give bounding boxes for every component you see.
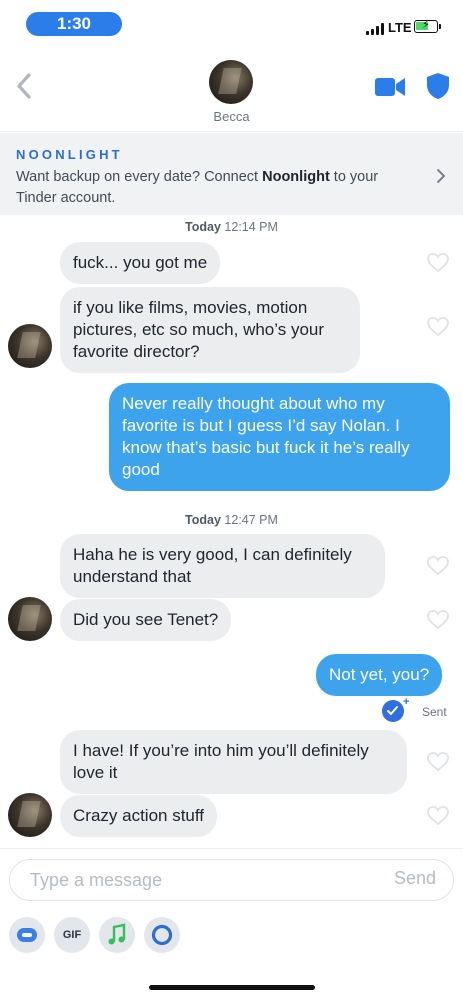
bitmoji-button[interactable] <box>9 917 45 953</box>
banner-text-start: Want backup on every date? Connect <box>16 169 263 185</box>
message-bubble-incoming[interactable]: fuck... you got me <box>60 242 221 284</box>
message-bubble-incoming[interactable]: I have! If you’re into him you’ll defini… <box>60 730 407 794</box>
signal-icon <box>366 23 384 35</box>
message-timestamp: Today 12:47 PM <box>0 513 463 527</box>
chevron-left-icon <box>17 73 31 99</box>
status-bar: 1:30 LTE ⚡ <box>0 0 463 48</box>
timestamp-day: Today <box>185 513 221 527</box>
battery-icon: ⚡ <box>414 19 438 33</box>
plus-icon: + <box>403 696 410 708</box>
battery-tip <box>439 24 441 29</box>
contact-avatar-small[interactable] <box>8 793 52 837</box>
music-button[interactable] <box>99 917 135 953</box>
banner-message: Want backup on every date? Connect Noonl… <box>16 167 416 209</box>
sticker-icon <box>17 928 37 942</box>
home-indicator <box>149 985 315 990</box>
heart-icon[interactable] <box>427 253 449 273</box>
video-call-button[interactable] <box>374 76 406 98</box>
contact-avatar-small[interactable] <box>8 597 52 641</box>
heart-icon[interactable] <box>427 317 449 337</box>
heart-icon[interactable] <box>427 556 449 576</box>
contact-avatar[interactable] <box>209 60 253 104</box>
back-button[interactable] <box>10 68 40 104</box>
sent-check-icon <box>382 700 404 722</box>
network-label: LTE <box>388 20 412 35</box>
contact-name[interactable]: Becca <box>0 109 463 124</box>
heart-icon[interactable] <box>427 806 449 826</box>
status-time: 1:30 <box>26 12 122 36</box>
timestamp-day: Today <box>185 220 221 234</box>
noonlight-ring-icon <box>151 924 173 946</box>
message-bubble-incoming[interactable]: Haha he is very good, I can definitely u… <box>60 534 385 598</box>
message-bubble-outgoing[interactable]: Not yet, you? <box>316 654 443 696</box>
banner-text-bold: Noonlight <box>262 169 330 185</box>
noonlight-logo: NOONLIGHT <box>16 147 123 162</box>
chevron-right-icon <box>437 169 445 183</box>
banner-chevron-button[interactable] <box>434 165 448 187</box>
read-receipt: + Sent <box>382 696 452 722</box>
safety-button[interactable] <box>425 72 451 100</box>
video-camera-icon <box>375 78 405 96</box>
heart-icon[interactable] <box>427 752 449 772</box>
noonlight-banner[interactable]: NOONLIGHT Want backup on every date? Con… <box>0 133 463 215</box>
message-bubble-incoming[interactable]: if you like films, movies, motion pictur… <box>60 287 360 373</box>
contact-avatar-small[interactable] <box>8 324 52 368</box>
gif-button[interactable]: GIF <box>54 917 90 953</box>
message-input[interactable] <box>9 859 454 901</box>
chat-header: Becca <box>0 48 463 132</box>
music-note-icon <box>108 923 126 945</box>
timestamp-time: 12:47 PM <box>224 513 278 527</box>
message-composer: Send GIF <box>0 848 463 1000</box>
heart-icon[interactable] <box>427 610 449 630</box>
send-button[interactable]: Send <box>394 868 436 889</box>
message-timestamp: Today 12:14 PM <box>0 220 463 234</box>
timestamp-time: 12:14 PM <box>224 220 278 234</box>
shield-icon <box>427 73 449 99</box>
sent-status: Sent <box>422 705 447 719</box>
message-bubble-outgoing[interactable]: Never really thought about who my favori… <box>109 383 450 491</box>
message-bubble-incoming[interactable]: Crazy action stuff <box>60 795 218 837</box>
message-bubble-incoming[interactable]: Did you see Tenet? <box>60 599 232 641</box>
noonlight-button[interactable] <box>144 917 180 953</box>
